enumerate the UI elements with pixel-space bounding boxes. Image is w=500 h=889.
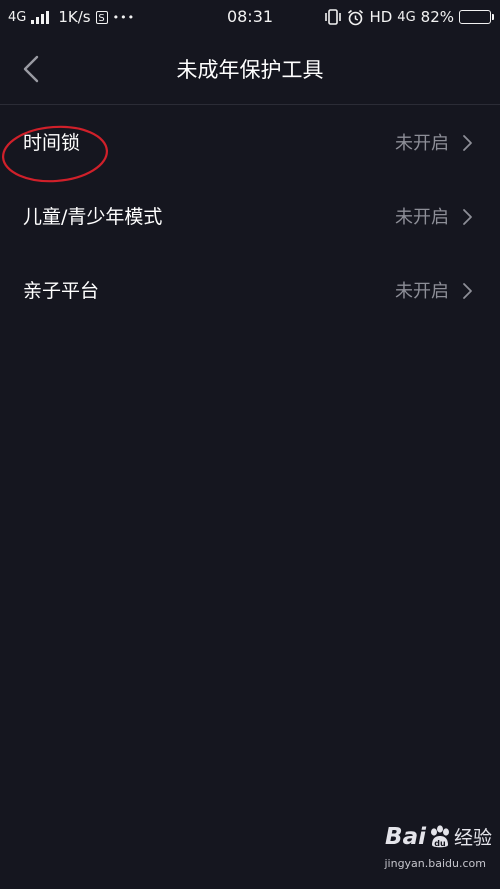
item-label: 亲子平台 (23, 280, 100, 302)
svg-text:du: du (434, 839, 446, 848)
hd-indicator: HD (369, 8, 393, 26)
nav-bar: 未成年保护工具 (0, 34, 500, 105)
back-button[interactable] (14, 51, 50, 87)
list-item-youth-mode[interactable]: 儿童/青少年模式 未开启 (0, 179, 500, 253)
annotation-circle (1, 125, 109, 183)
item-status: 未开启 (395, 133, 449, 154)
watermark-bai: Bai (385, 823, 426, 850)
vibrate-icon (325, 9, 342, 25)
item-status: 未开启 (395, 281, 449, 302)
chevron-left-icon (23, 55, 39, 83)
baidu-jingyan-logo: Bai du 经验 (385, 823, 492, 850)
chevron-right-icon (463, 135, 472, 151)
list-item-parent-child-platform[interactable]: 亲子平台 未开启 (0, 253, 500, 327)
network-type-right: 4G (397, 9, 416, 25)
item-label: 儿童/青少年模式 (23, 206, 163, 228)
alarm-icon (348, 9, 364, 25)
battery-icon (459, 10, 494, 24)
page-title: 未成年保护工具 (176, 58, 324, 82)
item-status: 未开启 (395, 207, 449, 228)
battery-percent: 82% (420, 8, 454, 26)
paw-icon: du (430, 824, 449, 848)
status-bar: 4G 1K/s S ••• 08:31 HD 4G 82% (0, 0, 500, 34)
watermark-url: jingyan.baidu.com (384, 857, 486, 870)
chevron-right-icon (463, 209, 472, 225)
status-right: HD 4G 82% (324, 8, 494, 26)
chevron-right-icon (463, 283, 472, 299)
watermark-jingyan: 经验 (453, 827, 492, 849)
watermark: Bai du 经验 jingyan.baidu.com (372, 823, 492, 883)
